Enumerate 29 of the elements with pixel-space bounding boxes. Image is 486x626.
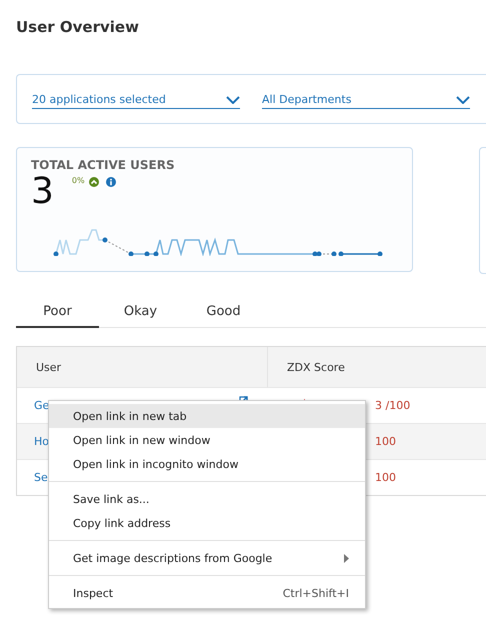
column-header: ZDX Score [267,347,486,387]
score-value: 3 /100 [375,399,410,412]
score-value: 100 [375,435,396,448]
tab[interactable]: Poor [16,298,99,328]
menu-item[interactable]: Inspect Ctrl+Shift+I [49,581,365,605]
menu-item[interactable]: Get image descriptions from Google [49,546,365,570]
change-percent: 0% [72,176,85,185]
user-link[interactable]: Ho [34,435,50,448]
page-title: User Overview [15,17,140,38]
tab[interactable]: Good [182,298,265,328]
dropdown[interactable]: All Departments [262,89,470,109]
user-link[interactable]: Se [34,471,48,484]
user-link[interactable]: Ge [34,399,50,412]
chevron-down-icon [226,96,240,104]
menu-item[interactable]: Save link as... [49,487,365,511]
menu-item[interactable]: Open link in new tab [49,404,365,428]
shortcut: Ctrl+Shift+I [282,586,349,600]
menu-item[interactable]: Open link in incognito window [49,452,365,476]
info-icon [106,177,116,187]
trend-up-icon [88,177,99,187]
menu-item[interactable]: Open link in new window [49,428,365,452]
card-title: TOTAL ACTIVE USERS [31,158,176,172]
column-header: User [35,360,62,376]
menu-item[interactable]: Copy link address [49,511,365,535]
stat-value: 3 [31,172,54,212]
chevron-down-icon [456,96,470,104]
dropdown[interactable]: 20 applications selected [32,89,240,109]
tab[interactable]: Okay [99,298,182,328]
score-value: 100 [375,471,396,484]
